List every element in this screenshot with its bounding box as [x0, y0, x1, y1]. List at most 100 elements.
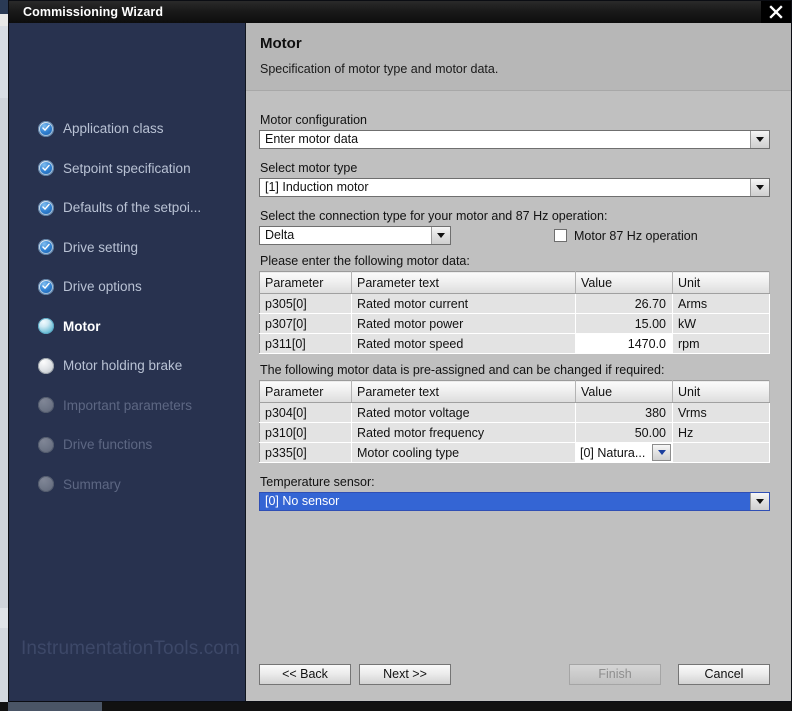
sidebar-item-label: Drive options [63, 279, 142, 295]
back-button[interactable]: << Back [259, 663, 351, 685]
chevron-down-icon[interactable] [431, 227, 450, 244]
motor-cooling-type-select[interactable]: [0] Natura... [576, 443, 672, 462]
temperature-sensor-label: Temperature sensor: [260, 475, 375, 489]
sidebar-item-label: Drive functions [63, 437, 153, 453]
panel-content: Motor configuration Enter motor data Sel… [246, 91, 791, 647]
sidebar-item-summary: Summary [9, 465, 245, 505]
close-icon [769, 5, 783, 19]
taskbar-fragment [8, 702, 102, 711]
motor-87hz-label: Motor 87 Hz operation [574, 228, 698, 243]
column-header-parameter-text: Parameter text [351, 271, 576, 294]
sidebar-item-defaults-of-the-setpoint[interactable]: Defaults of the setpoi... [9, 188, 245, 228]
motor-type-label: Select motor type [260, 161, 358, 175]
window-title: Commissioning Wizard [23, 5, 164, 19]
cell-parameter-text: Rated motor current [351, 293, 576, 314]
cell-parameter: p310[0] [259, 422, 352, 443]
table-header-row: Parameter Parameter text Value Unit [259, 380, 770, 403]
sidebar-item-drive-functions: Drive functions [9, 425, 245, 465]
preassigned-data-table: Parameter Parameter text Value Unit p304… [259, 380, 770, 463]
cell-unit [672, 442, 770, 463]
connection-type-value: Delta [265, 228, 295, 242]
page-subtitle: Specification of motor type and motor da… [260, 62, 499, 76]
table-row: p335[0] Motor cooling type [0] Natura... [259, 442, 770, 463]
next-button[interactable]: Next >> [359, 663, 451, 685]
cell-parameter: p304[0] [259, 402, 352, 423]
cell-parameter: p305[0] [259, 293, 352, 314]
column-header-value: Value [575, 380, 673, 403]
motor-type-value: [1] Induction motor [265, 180, 369, 194]
check-icon [42, 124, 50, 132]
step-complete-icon [38, 120, 54, 137]
column-header-unit: Unit [672, 380, 770, 403]
sidebar-item-label: Defaults of the setpoi... [63, 200, 202, 216]
cell-parameter-text: Rated motor voltage [351, 402, 576, 423]
screen: Commissioning Wizard Application class S… [0, 0, 792, 711]
sidebar-item-label: Motor holding brake [63, 358, 183, 374]
motor-data-table-caption: Please enter the following motor data: [260, 254, 470, 268]
step-current-icon [38, 318, 54, 335]
step-disabled-icon [38, 397, 54, 414]
finish-button: Finish [569, 663, 661, 685]
motor-87hz-checkbox-wrap[interactable]: Motor 87 Hz operation [554, 229, 698, 243]
column-header-value: Value [575, 271, 673, 294]
motor-configuration-label: Motor configuration [260, 113, 368, 127]
chevron-down-icon[interactable] [750, 131, 769, 148]
cell-unit: kW [672, 313, 770, 334]
cell-value[interactable]: 380 [575, 402, 673, 423]
cell-parameter-text: Rated motor power [351, 313, 576, 334]
sidebar-item-drive-options[interactable]: Drive options [9, 267, 245, 307]
cell-value-editable[interactable]: 1470.0 [575, 333, 673, 354]
cell-parameter: p307[0] [259, 313, 352, 334]
chevron-down-icon[interactable] [750, 179, 769, 196]
step-complete-icon [38, 239, 54, 256]
wizard-step-list: Application class Setpoint specification [9, 109, 245, 504]
motor-configuration-select[interactable]: Enter motor data [259, 130, 770, 149]
sidebar-item-drive-setting[interactable]: Drive setting [9, 228, 245, 268]
table-row: p307[0] Rated motor power 15.00 kW [259, 313, 770, 334]
check-icon [42, 282, 50, 290]
step-complete-icon [38, 278, 54, 295]
column-header-parameter: Parameter [259, 271, 352, 294]
step-disabled-icon [38, 476, 54, 493]
motor-configuration-value: Enter motor data [265, 132, 359, 146]
connection-type-label: Select the connection type for your moto… [260, 209, 608, 223]
table-row: p310[0] Rated motor frequency 50.00 Hz [259, 422, 770, 443]
step-pending-icon [38, 357, 54, 374]
chevron-down-icon[interactable] [652, 444, 671, 461]
check-icon [42, 164, 50, 171]
cell-unit: Vrms [672, 402, 770, 423]
desktop-bottom-strip [0, 702, 792, 711]
cell-unit: Arms [672, 293, 770, 314]
close-button[interactable] [761, 1, 791, 23]
temperature-sensor-select[interactable]: [0] No sensor [259, 492, 770, 511]
connection-type-select[interactable]: Delta [259, 226, 451, 245]
motor-cooling-type-value: [0] Natura... [580, 445, 646, 460]
sidebar-item-setpoint-specification[interactable]: Setpoint specification [9, 149, 245, 189]
cell-value[interactable]: 50.00 [575, 422, 673, 443]
connection-type-row: Delta Motor 87 Hz operation [259, 226, 770, 245]
cell-value[interactable]: 26.70 [575, 293, 673, 314]
motor-87hz-checkbox[interactable] [554, 229, 567, 242]
panel-header: Motor Specification of motor type and mo… [246, 23, 791, 91]
sidebar-item-motor-holding-brake[interactable]: Motor holding brake [9, 346, 245, 386]
table-row: p311[0] Rated motor speed 1470.0 rpm [259, 333, 770, 354]
cancel-button[interactable]: Cancel [678, 663, 770, 685]
chevron-down-icon[interactable] [750, 493, 769, 510]
table-row: p304[0] Rated motor voltage 380 Vrms [259, 402, 770, 423]
sidebar-item-label: Motor [63, 318, 101, 334]
step-disabled-icon [38, 436, 54, 453]
motor-type-select[interactable]: [1] Induction motor [259, 178, 770, 197]
background-application-strip [0, 0, 8, 711]
motor-data-table: Parameter Parameter text Value Unit p305… [259, 271, 770, 354]
title-bar: Commissioning Wizard [9, 1, 791, 23]
temperature-sensor-value: [0] No sensor [265, 494, 340, 508]
page-title: Motor [260, 35, 302, 52]
sidebar-item-label: Application class [63, 121, 164, 137]
cell-parameter-text: Rated motor frequency [351, 422, 576, 443]
cell-unit: rpm [672, 333, 770, 354]
cell-value[interactable]: 15.00 [575, 313, 673, 334]
sidebar-item-application-class[interactable]: Application class [9, 109, 245, 149]
sidebar-item-motor[interactable]: Motor [9, 307, 245, 347]
cell-value-combo[interactable]: [0] Natura... [575, 442, 673, 463]
cell-parameter-text: Motor cooling type [351, 442, 576, 463]
